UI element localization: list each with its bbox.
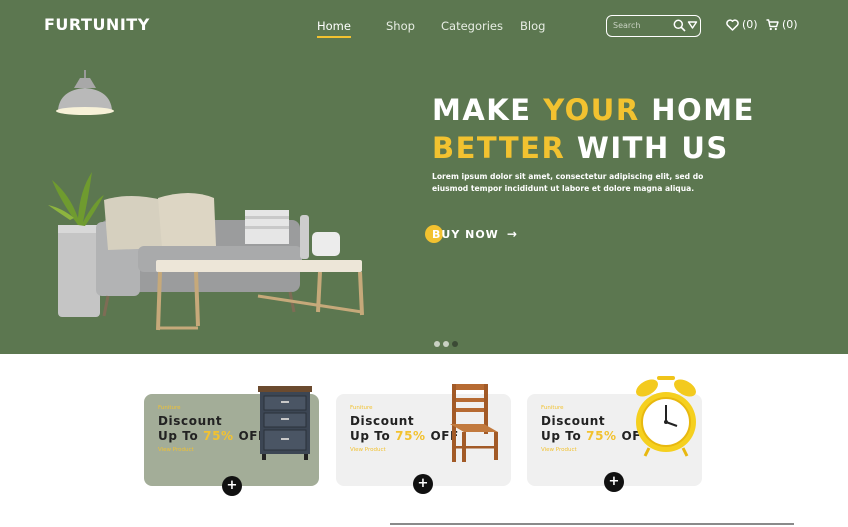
card-kicker: Funiture: [158, 405, 181, 411]
arrow-right-icon: →: [506, 227, 518, 241]
wishlist-count: (0): [742, 18, 758, 31]
hero-title: MAKE YOUR HOME BETTER WITH US: [432, 93, 755, 165]
buy-now-button[interactable]: BUY NOW →: [425, 224, 518, 244]
cabinet-image: [258, 386, 312, 460]
nav-link-shop[interactable]: Shop: [386, 19, 415, 33]
cart-count: (0): [782, 18, 798, 31]
nav-link-blog[interactable]: Blog: [520, 19, 545, 33]
add-button[interactable]: +: [604, 472, 624, 492]
view-product-link[interactable]: View Product: [541, 447, 577, 453]
slider-dots: [434, 341, 458, 347]
card-title: Discount: [541, 414, 606, 428]
card-discount: Up To 75% OFF: [158, 429, 267, 443]
search-icon[interactable]: [673, 19, 686, 32]
nav-link-categories[interactable]: Categories: [441, 19, 503, 33]
living-room-image: [48, 70, 364, 331]
add-button[interactable]: +: [413, 474, 433, 494]
add-button[interactable]: +: [222, 476, 242, 496]
brand-logo[interactable]: FURTUNITY: [44, 15, 150, 34]
buy-now-label: BUY NOW: [432, 227, 499, 241]
view-product-link[interactable]: View Product: [158, 447, 194, 453]
card-title: Discount: [350, 414, 415, 428]
wooden-chair-image: [450, 384, 498, 462]
chevron-down-icon[interactable]: [687, 19, 698, 30]
card-kicker: Funiture: [350, 405, 373, 411]
section-divider: [390, 523, 794, 525]
alarm-clock-image: [636, 376, 696, 457]
hero-banner: FURTUNITY Home Shop Categories Blog (0): [0, 0, 848, 354]
slider-dot[interactable]: [434, 341, 440, 347]
view-product-link[interactable]: View Product: [350, 447, 386, 453]
card-discount: Up To 75% OFF: [350, 429, 459, 443]
top-navbar: FURTUNITY Home Shop Categories Blog (0): [0, 0, 848, 54]
nav-link-home[interactable]: Home: [317, 19, 351, 38]
heart-icon: [726, 18, 739, 31]
slider-dot-active[interactable]: [452, 341, 458, 347]
cart-icon: [766, 18, 779, 30]
hero-description: Lorem ipsum dolor sit amet, consectetur …: [432, 172, 704, 193]
slider-dot[interactable]: [443, 341, 449, 347]
promo-card-chair[interactable]: Funiture Discount Up To 75% OFF View Pro…: [336, 384, 511, 486]
search-box: [606, 15, 701, 37]
cart-button[interactable]: (0): [766, 18, 798, 31]
promo-card-cabinet[interactable]: Funiture Discount Up To 75% OFF View Pro…: [144, 386, 319, 486]
search-input[interactable]: [613, 19, 671, 32]
wishlist-button[interactable]: (0): [726, 18, 758, 31]
card-title: Discount: [158, 414, 223, 428]
card-kicker: Funiture: [541, 405, 564, 411]
